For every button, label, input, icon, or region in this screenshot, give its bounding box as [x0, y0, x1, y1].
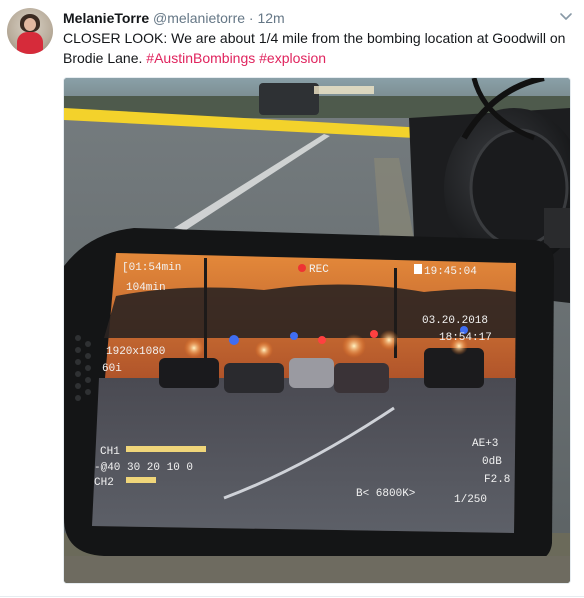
tweet-text: CLOSER LOOK: We are about 1/4 mile from …: [63, 28, 573, 68]
audio-ch2-label: CH2: [94, 477, 114, 489]
format-readout: 1920x1080: [106, 346, 165, 358]
iris-readout: F2.8: [484, 474, 510, 486]
tweet-card[interactable]: MelanieTorre @melanietorre · 12m CLOSER …: [0, 0, 584, 598]
avatar[interactable]: [7, 8, 53, 54]
tweet-timestamp[interactable]: 12m: [257, 10, 284, 26]
chevron-down-icon[interactable]: [558, 8, 574, 24]
audio-scale: -@40 30 20 10 0: [94, 462, 193, 474]
tweet-header: MelanieTorre @melanietorre · 12m: [63, 9, 285, 27]
audio-ch1-label: CH1: [100, 446, 120, 458]
white-balance-readout: B< 6800K>: [356, 488, 415, 500]
separator-dot: ·: [248, 10, 254, 26]
remaining-time-2: 104min: [126, 282, 166, 294]
shutter-readout: 1/250: [454, 494, 487, 506]
camera-lcd-screen: [01:54min 104min REC 19:45:04 03.20.2018…: [92, 253, 516, 533]
gain-readout: 0dB: [482, 456, 502, 468]
display-name[interactable]: MelanieTorre: [63, 10, 149, 26]
avatar-body: [17, 32, 43, 54]
timecode-readout: 19:45:04: [424, 266, 477, 278]
hashtag-link[interactable]: #explosion: [259, 50, 326, 66]
battery-icon: [414, 264, 422, 274]
camera-photo: [01:54min 104min REC 19:45:04 03.20.2018…: [64, 78, 570, 583]
divider: [0, 596, 584, 597]
tweet-photo[interactable]: [01:54min 104min REC 19:45:04 03.20.2018…: [63, 77, 571, 584]
ae-readout: AE+3: [472, 438, 498, 450]
clock-readout: 18:54:17: [439, 332, 492, 344]
hashtag-link[interactable]: #AustinBombings: [146, 50, 255, 66]
user-handle[interactable]: @melanietorre: [153, 10, 245, 26]
avatar-face: [24, 18, 36, 31]
fps-readout: 60i: [102, 363, 122, 375]
remaining-time-1: [01:54min: [122, 262, 181, 274]
rec-indicator: REC: [309, 264, 329, 276]
rec-dot-icon: [298, 264, 306, 272]
date-readout: 03.20.2018: [422, 315, 488, 327]
